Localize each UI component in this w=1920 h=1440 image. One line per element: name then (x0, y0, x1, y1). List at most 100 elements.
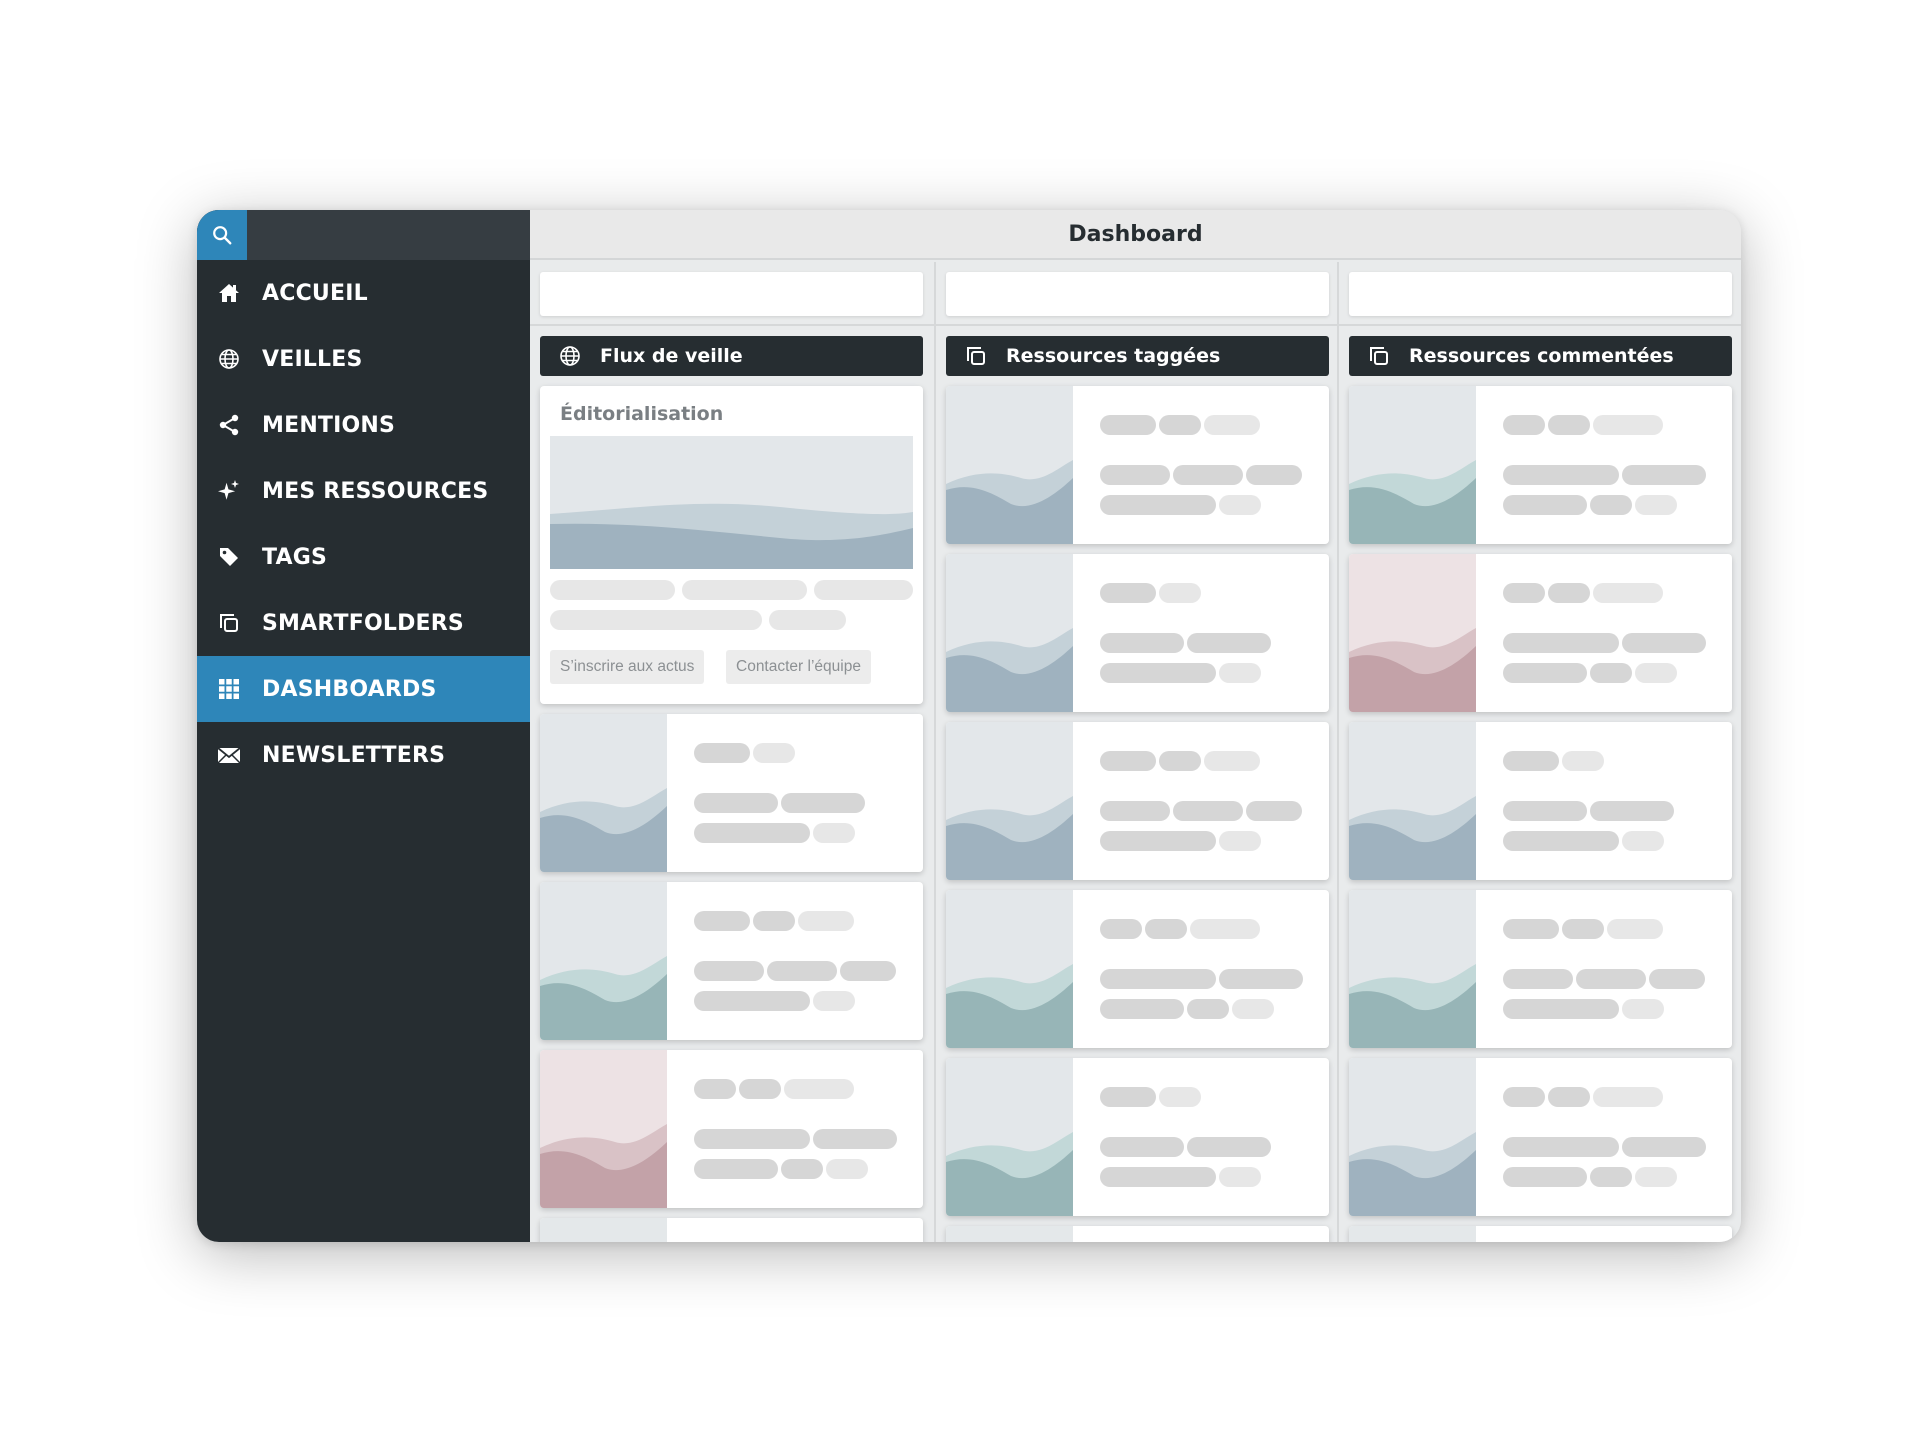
text-placeholder (682, 580, 807, 600)
text-placeholder (1246, 465, 1302, 485)
text-placeholder (1503, 919, 1559, 939)
resource-card[interactable] (1349, 1226, 1732, 1242)
text-placeholder (753, 743, 795, 763)
text-placeholder (694, 1159, 778, 1179)
text-placeholder (1100, 801, 1170, 821)
sidebar-item-label: NEWSLETTERS (262, 742, 446, 768)
resource-card[interactable] (1349, 1058, 1732, 1216)
sidebar-item-label: SMARTFOLDERS (262, 610, 464, 636)
text-placeholder (1503, 1137, 1619, 1157)
text-placeholder (1219, 663, 1261, 683)
featured-card-image (550, 436, 913, 569)
resource-card[interactable] (1349, 554, 1732, 712)
sidebar: ACCUEIL VEILLES MENTIONS MES RESSOURCES (197, 210, 530, 1242)
resource-card[interactable] (946, 1226, 1329, 1242)
text-placeholder (1100, 1137, 1184, 1157)
column-header[interactable]: Ressources commentées (1349, 336, 1732, 376)
text-placeholder (1503, 1087, 1545, 1107)
text-placeholder (1219, 1167, 1261, 1187)
card-thumbnail (946, 554, 1073, 712)
text-placeholder (694, 1129, 810, 1149)
text-placeholder (1219, 831, 1261, 851)
text-placeholder (1548, 1087, 1590, 1107)
search-icon (213, 226, 232, 245)
column-filter-area (936, 262, 1338, 326)
resource-card[interactable] (540, 1050, 923, 1208)
text-placeholder (1159, 751, 1201, 771)
resource-card[interactable] (540, 714, 923, 872)
home-icon (217, 281, 241, 305)
resource-card[interactable] (1349, 890, 1732, 1048)
resource-card[interactable] (1349, 386, 1732, 544)
sidebar-item-smartfolders[interactable]: SMARTFOLDERS (197, 590, 530, 656)
text-placeholder (1593, 583, 1663, 603)
globe-icon (217, 347, 241, 371)
card-thumbnail (946, 1058, 1073, 1216)
text-placeholder (1503, 465, 1619, 485)
column-filter-input[interactable] (1349, 272, 1732, 316)
subscribe-button[interactable]: S’inscrire aux actus (550, 650, 705, 684)
resource-card[interactable] (946, 890, 1329, 1048)
column-filter-input[interactable] (946, 272, 1329, 316)
text-placeholder (1593, 1087, 1663, 1107)
app-window: ACCUEIL VEILLES MENTIONS MES RESSOURCES (197, 210, 1741, 1242)
featured-card-title: Éditorialisation (560, 403, 724, 425)
text-placeholder (1562, 751, 1604, 771)
search-button[interactable] (197, 210, 247, 260)
top-bar: Dashboard (530, 210, 1741, 260)
resource-card[interactable] (946, 722, 1329, 880)
sidebar-item-dashboards[interactable]: DASHBOARDS (197, 656, 530, 722)
text-placeholder (1635, 663, 1677, 683)
resource-card[interactable] (540, 882, 923, 1040)
resource-card[interactable] (946, 554, 1329, 712)
text-placeholder (1159, 415, 1201, 435)
sidebar-search-bar[interactable] (197, 210, 530, 260)
text-placeholder (1622, 831, 1664, 851)
text-placeholder (753, 911, 795, 931)
sidebar-item-accueil[interactable]: ACCUEIL (197, 260, 530, 326)
sidebar-item-veilles[interactable]: VEILLES (197, 326, 530, 392)
card-thumbnail (1349, 722, 1476, 880)
sidebar-item-newsletters[interactable]: NEWSLETTERS (197, 722, 530, 788)
card-thumbnail (1349, 1058, 1476, 1216)
text-placeholder (694, 743, 750, 763)
text-placeholder (1590, 663, 1632, 683)
resource-card[interactable] (946, 1058, 1329, 1216)
sidebar-item-mentions[interactable]: MENTIONS (197, 392, 530, 458)
text-placeholder (1622, 633, 1706, 653)
sidebar-item-tags[interactable]: TAGS (197, 524, 530, 590)
card-thumbnail (540, 714, 667, 872)
column-filter-input[interactable] (540, 272, 923, 316)
page-title: Dashboard (1068, 221, 1203, 247)
sidebar-nav: ACCUEIL VEILLES MENTIONS MES RESSOURCES (197, 260, 530, 788)
text-placeholder (1173, 465, 1243, 485)
text-placeholder (1503, 633, 1619, 653)
resource-card[interactable] (1349, 722, 1732, 880)
resource-card[interactable] (540, 1218, 923, 1242)
text-placeholder (1190, 919, 1260, 939)
text-placeholder (1100, 1087, 1156, 1107)
text-placeholder (1635, 495, 1677, 515)
text-placeholder (767, 961, 837, 981)
text-placeholder (1590, 495, 1632, 515)
column-header[interactable]: Flux de veille (540, 336, 923, 376)
text-placeholder (694, 1079, 736, 1099)
text-placeholder (1100, 663, 1216, 683)
card-thumbnail (946, 890, 1073, 1048)
text-placeholder (1548, 415, 1590, 435)
contact-team-button[interactable]: Contacter l’équipe (726, 650, 871, 684)
resource-card[interactable] (946, 386, 1329, 544)
text-placeholder (813, 823, 855, 843)
sidebar-item-label: VEILLES (262, 346, 363, 372)
card-thumbnail (1349, 890, 1476, 1048)
copy-icon (217, 611, 241, 635)
sidebar-item-label: MENTIONS (262, 412, 396, 438)
text-placeholder (739, 1079, 781, 1099)
sidebar-item-mes-ressources[interactable]: MES RESSOURCES (197, 458, 530, 524)
text-placeholder (1100, 633, 1184, 653)
text-placeholder (694, 911, 750, 931)
featured-card[interactable]: Éditorialisation S’inscrire aux actus Co… (540, 386, 923, 704)
text-placeholder (1576, 969, 1646, 989)
column-title: Ressources commentées (1409, 345, 1674, 367)
column-header[interactable]: Ressources taggées (946, 336, 1329, 376)
